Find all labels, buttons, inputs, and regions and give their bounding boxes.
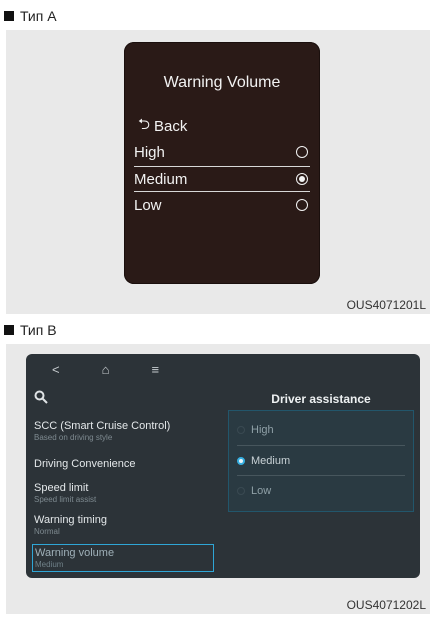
type-a-label: Тип A [4, 8, 57, 24]
menu-item-subtitle: Based on driving style [34, 433, 113, 442]
back-label: Back [154, 118, 188, 135]
square-bullet-icon [4, 325, 14, 335]
option-high[interactable]: High [134, 140, 310, 164]
radio-unselected-icon [296, 199, 308, 211]
panel-title: Driver assistance [271, 392, 371, 406]
cluster-display: Warning Volume ⮌ Back High Medium Low [124, 42, 320, 284]
menu-item-driving-convenience[interactable]: Driving Convenience [34, 458, 214, 470]
option-low[interactable]: Low [237, 475, 405, 506]
menu-item-warning-volume[interactable]: Warning volume Medium [32, 544, 214, 572]
option-label: Low [251, 485, 272, 497]
type-a-code: OUS4071201L [346, 298, 426, 312]
menu-item-subtitle: Medium [35, 560, 64, 569]
radio-unselected-icon [296, 146, 308, 158]
volume-options: High Medium Low [228, 410, 414, 512]
option-label: Medium [134, 170, 188, 188]
nav-bar: < ⌂ ≡ [52, 362, 159, 377]
menu-item-title: SCC (Smart Cruise Control) [34, 420, 171, 432]
option-label: High [251, 424, 274, 436]
menu-item-title: Driving Convenience [34, 458, 136, 470]
radio-unselected-icon [237, 426, 245, 434]
menu-item-subtitle: Speed limit assist [34, 495, 97, 504]
option-label: Low [134, 196, 162, 214]
type-b-label: Тип B [4, 322, 57, 338]
type-b-label-text: Тип B [20, 322, 57, 338]
menu-item-subtitle: Normal [34, 527, 60, 536]
radio-unselected-icon [237, 487, 245, 495]
search-icon[interactable] [34, 390, 48, 407]
option-label: High [134, 143, 165, 161]
menu-item-title: Speed limit [34, 482, 89, 494]
square-bullet-icon [4, 11, 14, 21]
radio-selected-icon [237, 457, 245, 465]
back-arrow-icon: ⮌ [138, 116, 151, 133]
type-b-code: OUS4071202L [346, 598, 426, 612]
option-label: Medium [251, 455, 291, 467]
home-icon[interactable]: ⌂ [102, 362, 110, 377]
option-low[interactable]: Low [134, 193, 310, 217]
menu-item-title: Warning volume [35, 547, 115, 559]
menu-icon[interactable]: ≡ [151, 362, 159, 377]
infotainment-display: < ⌂ ≡ Driver assistance SCC (Smart Cruis… [26, 354, 420, 578]
menu-item-scc[interactable]: SCC (Smart Cruise Control) Based on driv… [34, 420, 214, 442]
option-high[interactable]: High [237, 415, 405, 445]
back-icon[interactable]: < [52, 362, 60, 377]
screen-title: Warning Volume [163, 74, 281, 91]
option-medium[interactable]: Medium [134, 166, 310, 192]
menu-item-speed-limit[interactable]: Speed limit Speed limit assist [34, 482, 214, 504]
radio-selected-icon [296, 173, 308, 185]
menu-item-title: Warning timing [34, 514, 107, 526]
back-button[interactable]: ⮌ Back [138, 114, 187, 139]
option-medium[interactable]: Medium [237, 445, 405, 476]
type-a-label-text: Тип A [20, 8, 57, 24]
menu-item-warning-timing[interactable]: Warning timing Normal [34, 514, 214, 536]
